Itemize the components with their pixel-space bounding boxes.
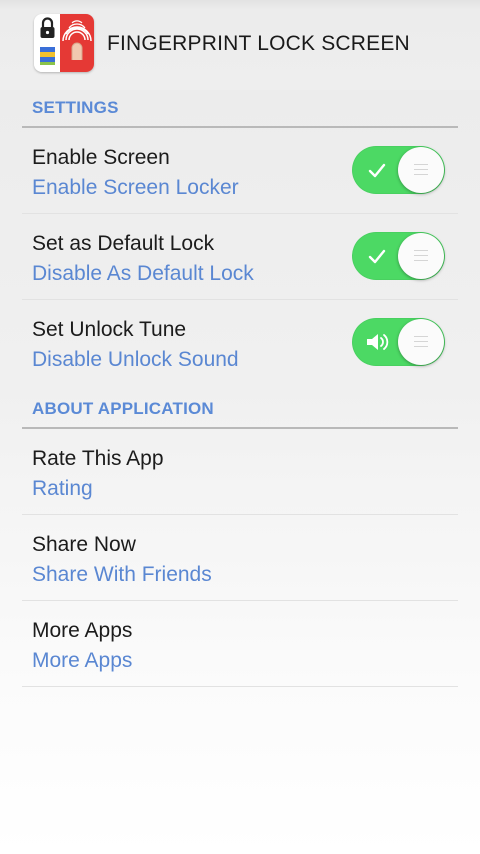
item-subtitle: Disable Unlock Sound bbox=[32, 348, 239, 371]
fingerprint-icon bbox=[62, 20, 92, 60]
setting-unlock-tune[interactable]: Set Unlock Tune Disable Unlock Sound bbox=[22, 300, 458, 386]
speaker-icon bbox=[367, 334, 389, 350]
item-title: Share Now bbox=[32, 533, 136, 556]
unlock-tune-toggle[interactable] bbox=[352, 318, 445, 366]
padlock-icon bbox=[40, 17, 55, 65]
fingerprint-lock-app-icon bbox=[34, 14, 94, 72]
section-header-about: ABOUT APPLICATION bbox=[32, 399, 214, 418]
check-icon bbox=[368, 249, 386, 264]
section-header-settings: SETTINGS bbox=[32, 98, 119, 117]
app-title: FINGERPRINT LOCK SCREEN bbox=[107, 32, 410, 55]
item-title: Rate This App bbox=[32, 447, 164, 470]
item-subtitle: More Apps bbox=[32, 649, 133, 672]
item-title: Set as Default Lock bbox=[32, 232, 215, 255]
item-title: Set Unlock Tune bbox=[32, 318, 187, 341]
app-bar: FINGERPRINT LOCK SCREEN bbox=[0, 0, 480, 90]
item-title: More Apps bbox=[32, 619, 133, 642]
setting-default-lock[interactable]: Set as Default Lock Disable As Default L… bbox=[22, 214, 458, 300]
toggle-knob bbox=[398, 233, 444, 279]
item-title: Enable Screen bbox=[32, 146, 170, 169]
item-subtitle: Share With Friends bbox=[32, 563, 212, 586]
row-divider bbox=[22, 686, 458, 687]
toggle-knob bbox=[398, 147, 444, 193]
about-rate-app[interactable]: Rate This App Rating bbox=[22, 429, 458, 515]
toggle-knob bbox=[398, 319, 444, 365]
item-subtitle: Enable Screen Locker bbox=[32, 176, 239, 199]
check-icon bbox=[368, 163, 386, 178]
default-lock-toggle[interactable] bbox=[352, 232, 445, 280]
enable-screen-toggle[interactable] bbox=[352, 146, 445, 194]
setting-enable-screen[interactable]: Enable Screen Enable Screen Locker bbox=[22, 128, 458, 214]
about-share-now[interactable]: Share Now Share With Friends bbox=[22, 515, 458, 601]
item-subtitle: Rating bbox=[32, 477, 93, 500]
item-subtitle: Disable As Default Lock bbox=[32, 262, 254, 285]
about-more-apps[interactable]: More Apps More Apps bbox=[22, 601, 458, 687]
